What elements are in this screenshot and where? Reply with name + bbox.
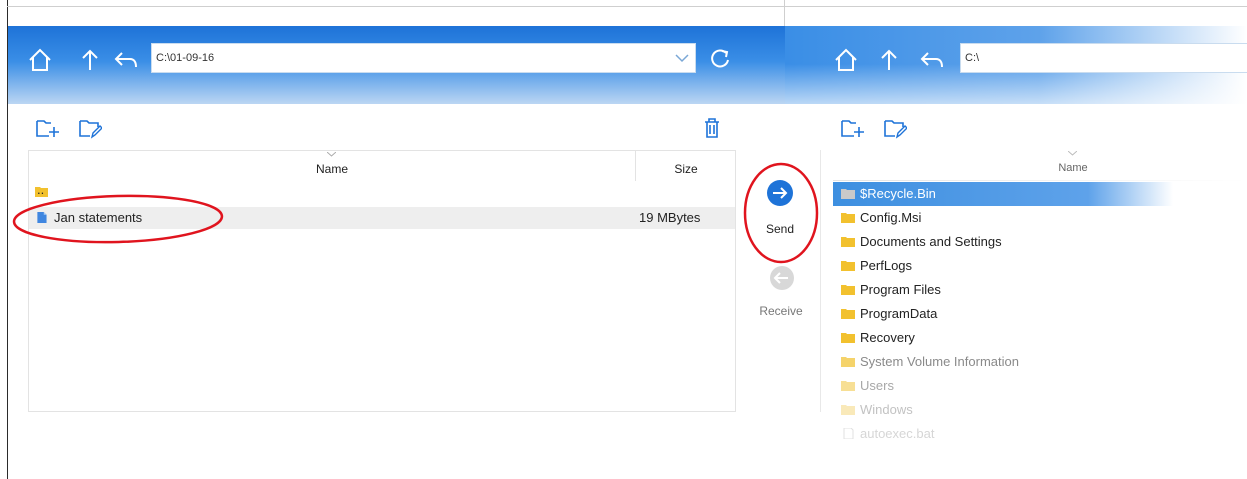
folder-icon (841, 237, 855, 247)
new-folder-icon[interactable] (35, 117, 59, 139)
refresh-icon[interactable] (707, 46, 733, 72)
folder-name: Program Files (860, 282, 941, 297)
left-file-list: Name Size .. Jan statements 19 MBytes (28, 150, 736, 412)
arrow-up-icon[interactable] (77, 47, 103, 73)
list-item[interactable]: .. (29, 181, 735, 203)
folder-icon (841, 405, 855, 415)
folder-name: System Volume Information (860, 354, 1019, 369)
home-icon[interactable] (833, 47, 859, 73)
arrow-up-icon[interactable] (876, 47, 902, 73)
folder-name: PerfLogs (860, 258, 913, 273)
folder-name: $Recycle.Bin (860, 186, 936, 201)
folder-icon (841, 357, 855, 367)
trash-icon[interactable] (700, 117, 724, 139)
send-button[interactable]: Send (752, 222, 808, 236)
column-header-name[interactable]: Name (833, 150, 1247, 180)
folder-icon (841, 309, 855, 319)
folder-icon (841, 213, 855, 223)
right-file-list: Name $Recycle.Bin Config.Msi Documents a… (833, 150, 1247, 479)
arrow-left-circle-icon[interactable] (768, 264, 796, 292)
pane-divider-top (784, 0, 785, 26)
chevron-down-icon[interactable] (674, 50, 690, 66)
document-icon (37, 212, 47, 223)
column-header-size[interactable]: Size (636, 151, 736, 181)
folder-icon (841, 381, 855, 391)
folder-name: Documents and Settings (860, 234, 1002, 249)
left-path-input[interactable]: C:\01-09-16 (151, 43, 696, 73)
back-icon[interactable] (113, 47, 139, 73)
file-name: autoexec.bat (860, 426, 935, 441)
file-name: .. (37, 182, 45, 197)
file-size: 19 MBytes (639, 210, 701, 225)
column-header-name[interactable]: Name (29, 151, 635, 181)
file-name: Jan statements (54, 210, 143, 225)
new-folder-icon[interactable] (840, 117, 864, 139)
rename-folder-icon[interactable] (883, 117, 907, 139)
list-item[interactable]: Jan statements 19 MBytes (29, 207, 735, 229)
arrow-right-circle-icon[interactable] (765, 178, 795, 208)
file-icon (843, 428, 854, 439)
folder-icon (841, 189, 855, 199)
pane-divider (820, 150, 821, 412)
rename-folder-icon[interactable] (78, 117, 102, 139)
folder-name: Windows (860, 402, 913, 417)
back-icon[interactable] (919, 47, 945, 73)
folder-name: Recovery (860, 330, 915, 345)
home-icon[interactable] (27, 47, 53, 73)
header-divider (833, 180, 1247, 181)
folder-name: Users (860, 378, 894, 393)
folder-name: ProgramData (860, 306, 938, 321)
window-top-border (7, 6, 1247, 7)
folder-icon (841, 261, 855, 271)
list-item[interactable]: $Recycle.Bin (833, 182, 1173, 206)
folder-icon (841, 285, 855, 295)
folder-icon (841, 333, 855, 343)
right-path-input[interactable]: C:\ (960, 43, 1247, 73)
folder-name: Config.Msi (860, 210, 922, 225)
receive-button[interactable]: Receive (748, 304, 814, 318)
